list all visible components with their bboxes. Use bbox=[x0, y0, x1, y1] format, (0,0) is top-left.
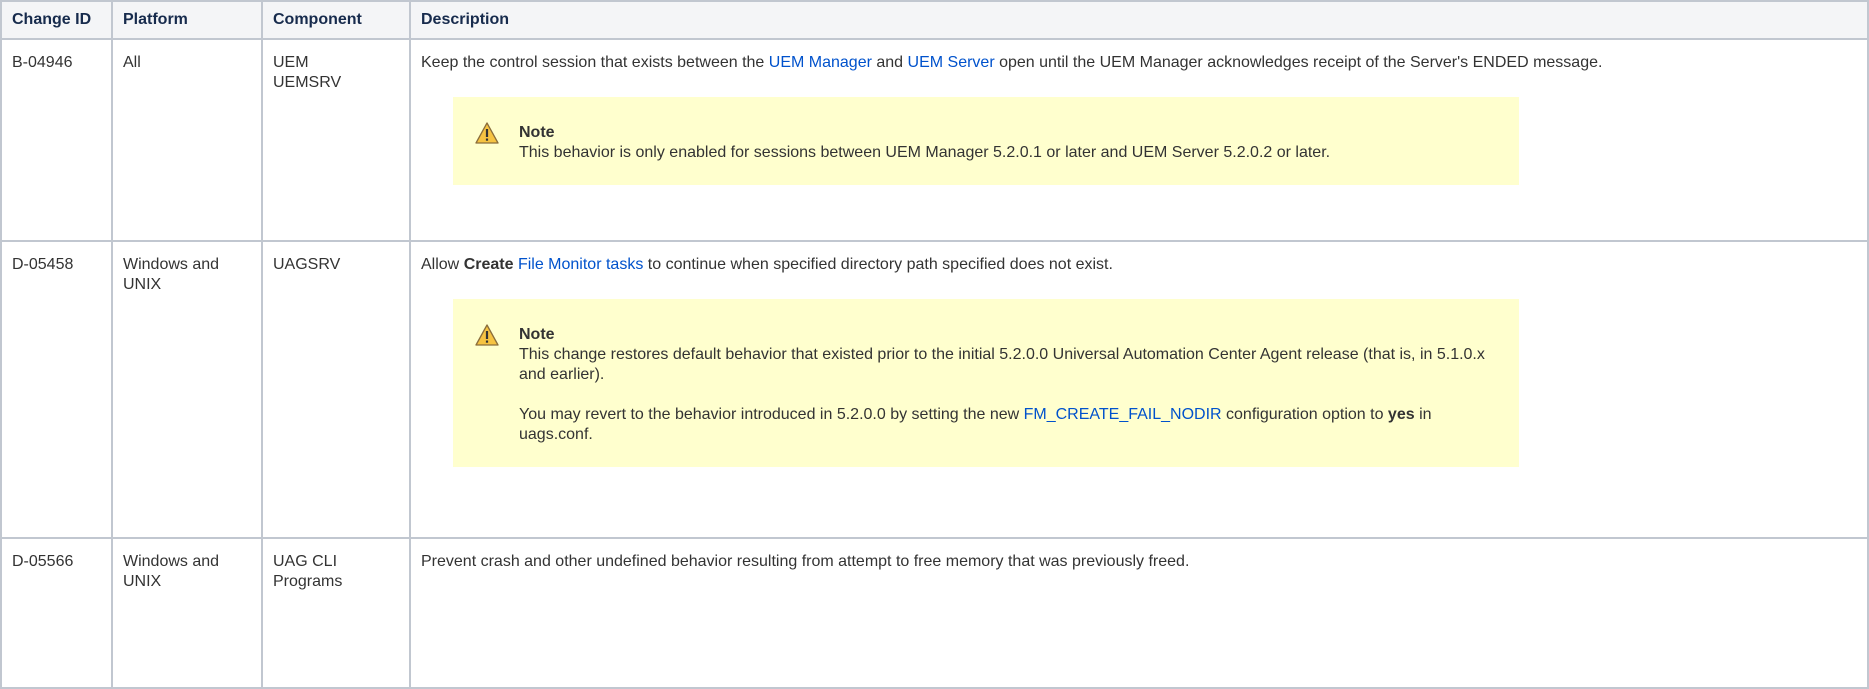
link-fm-create-fail-nodir[interactable]: FM_CREATE_FAIL_NODIR bbox=[1024, 406, 1222, 423]
header-change-id: Change ID bbox=[0, 0, 113, 40]
cell-change-id: D-05566 bbox=[0, 537, 113, 689]
cell-change-id: D-05458 bbox=[0, 240, 113, 539]
header-description: Description bbox=[409, 0, 1869, 40]
header-component: Component bbox=[261, 0, 411, 40]
cell-change-id: B-04946 bbox=[0, 38, 113, 242]
note-title: Note bbox=[519, 326, 555, 343]
release-notes-table: Change ID Platform Component Description… bbox=[0, 0, 1869, 689]
table-row: D-05566 Windows and UNIX UAG CLI Program… bbox=[0, 537, 1869, 689]
cell-component: UAG CLI Programs bbox=[261, 537, 411, 689]
note-text: This change restores default behavior th… bbox=[519, 346, 1485, 383]
cell-platform: Windows and UNIX bbox=[111, 537, 263, 689]
link-file-monitor-tasks[interactable]: File Monitor tasks bbox=[518, 256, 643, 273]
description-text: Keep the control session that exists bet… bbox=[421, 54, 1603, 71]
note-panel: Note This behavior is only enabled for s… bbox=[453, 97, 1519, 185]
link-uem-server[interactable]: UEM Server bbox=[908, 54, 995, 71]
warning-icon bbox=[475, 324, 499, 346]
description-text: Prevent crash and other undefined behavi… bbox=[421, 553, 1190, 570]
cell-platform: All bbox=[111, 38, 263, 242]
link-uem-manager[interactable]: UEM Manager bbox=[769, 54, 872, 71]
cell-component: UEM UEMSRV bbox=[261, 38, 411, 242]
cell-description: Allow Create File Monitor tasks to conti… bbox=[409, 240, 1869, 539]
cell-platform: Windows and UNIX bbox=[111, 240, 263, 539]
table-row: B-04946 All UEM UEMSRV Keep the control … bbox=[0, 38, 1869, 242]
cell-description: Prevent crash and other undefined behavi… bbox=[409, 537, 1869, 689]
cell-description: Keep the control session that exists bet… bbox=[409, 38, 1869, 242]
description-text: Allow Create File Monitor tasks to conti… bbox=[421, 256, 1113, 273]
warning-icon bbox=[475, 122, 499, 144]
header-platform: Platform bbox=[111, 0, 263, 40]
note-panel: Note This change restores default behavi… bbox=[453, 299, 1519, 467]
cell-component: UAGSRV bbox=[261, 240, 411, 539]
note-text-2: You may revert to the behavior introduce… bbox=[519, 406, 1432, 443]
note-title: Note bbox=[519, 124, 555, 141]
table-row: D-05458 Windows and UNIX UAGSRV Allow Cr… bbox=[0, 240, 1869, 539]
table-header-row: Change ID Platform Component Description bbox=[0, 0, 1869, 40]
note-text: This behavior is only enabled for sessio… bbox=[519, 144, 1331, 161]
